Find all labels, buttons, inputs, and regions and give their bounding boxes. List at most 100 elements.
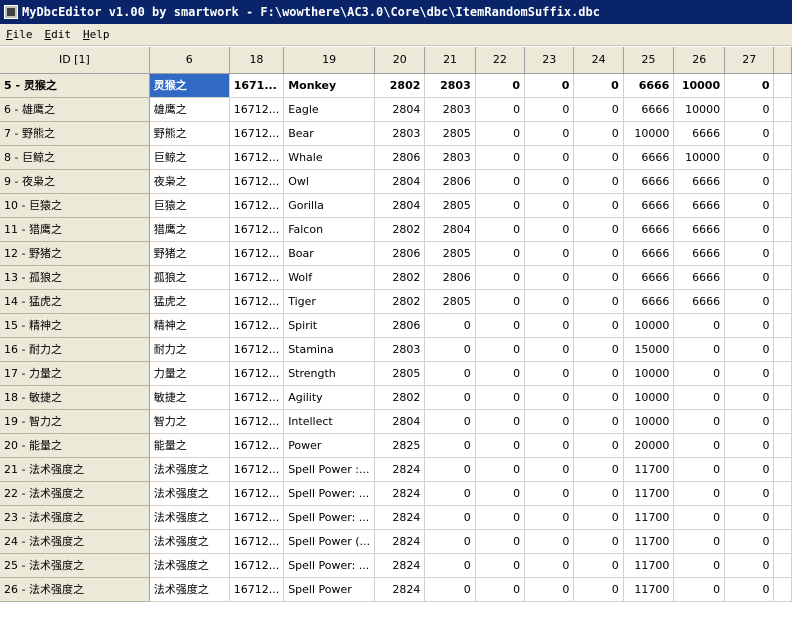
row-header[interactable]: 15 - 精神之 <box>0 313 150 338</box>
row-header[interactable]: 23 - 法术强度之 <box>0 505 150 530</box>
table-cell[interactable]: 0 <box>724 385 775 410</box>
table-cell[interactable]: 0 <box>573 433 624 458</box>
table-cell[interactable]: 2802 <box>374 265 426 290</box>
column-header[interactable]: ID [1] <box>0 47 150 74</box>
table-cell[interactable]: 2805 <box>424 193 476 218</box>
table-cell[interactable]: 0 <box>724 97 775 122</box>
table-cell[interactable]: 0 <box>724 361 775 386</box>
table-cell[interactable]: 2805 <box>374 361 426 386</box>
table-cell[interactable]: 0 <box>673 361 726 386</box>
table-cell[interactable]: 0 <box>424 553 476 578</box>
table-cell[interactable]: 0 <box>724 457 775 482</box>
table-row[interactable]: 9 - 夜枭之 夜枭之 16712... Owl 2804 2806 0 0 0 6666 6666… <box>0 169 792 194</box>
table-cell[interactable]: 6666 <box>623 73 675 98</box>
row-header[interactable]: 9 - 夜枭之 <box>0 169 150 194</box>
table-cell[interactable]: 2804 <box>374 193 426 218</box>
table-cell[interactable]: 6666 <box>673 193 726 218</box>
table-cell[interactable]: 0 <box>573 361 624 386</box>
row-header[interactable]: 14 - 猛虎之 <box>0 289 150 314</box>
table-row[interactable]: 26 - 法术强度之 法术强度之 16712... Spell Power 2824 0 0… <box>0 577 792 602</box>
table-cell[interactable]: Bear <box>283 121 376 146</box>
row-header[interactable]: 26 - 法术强度之 <box>0 577 150 602</box>
table-cell[interactable]: 0 <box>573 73 624 98</box>
table-cell[interactable]: Wolf <box>283 265 376 290</box>
table-cell[interactable]: 2806 <box>374 241 426 266</box>
table-cell[interactable]: 2802 <box>374 217 426 242</box>
table-cell[interactable]: 6666 <box>623 265 675 290</box>
table-cell[interactable]: 11700 <box>623 577 675 602</box>
table-cell[interactable]: 0 <box>724 217 775 242</box>
table-cell[interactable]: Gorilla <box>283 193 376 218</box>
table-cell[interactable]: 0 <box>424 313 476 338</box>
table-cell[interactable]: 0 <box>475 577 526 602</box>
table-cell[interactable]: 16712... <box>229 289 285 314</box>
table-cell[interactable]: 6666 <box>623 97 675 122</box>
table-cell[interactable]: 0 <box>573 313 624 338</box>
table-cell[interactable]: 0 <box>724 289 775 314</box>
table-cell[interactable]: 0 <box>524 265 575 290</box>
table-cell[interactable]: 0 <box>573 553 624 578</box>
table-cell[interactable]: 16712... <box>229 505 285 530</box>
table-cell[interactable]: 0 <box>475 409 526 434</box>
table-cell[interactable]: Whale <box>283 145 376 170</box>
table-cell[interactable]: 0 <box>573 505 624 530</box>
table-cell[interactable]: 6666 <box>623 217 675 242</box>
table-cell[interactable]: 0 <box>724 433 775 458</box>
table-cell[interactable]: 0 <box>673 505 726 530</box>
table-cell[interactable]: 0 <box>673 577 726 602</box>
table-cell[interactable]: 0 <box>424 409 476 434</box>
table-cell[interactable]: 10000 <box>673 73 726 98</box>
table-cell[interactable]: 法术强度之 <box>149 577 230 602</box>
table-cell[interactable]: 0 <box>475 241 526 266</box>
row-header[interactable]: 24 - 法术强度之 <box>0 529 150 554</box>
table-cell[interactable]: 0 <box>475 121 526 146</box>
table-cell[interactable]: 0 <box>573 169 624 194</box>
table-cell[interactable]: Falcon <box>283 217 376 242</box>
table-cell[interactable]: 0 <box>524 529 575 554</box>
table-cell[interactable]: 0 <box>724 313 775 338</box>
table-cell[interactable]: 0 <box>573 145 624 170</box>
table-cell[interactable]: 2825 <box>374 433 426 458</box>
table-cell[interactable]: 0 <box>673 553 726 578</box>
table-cell[interactable]: 0 <box>724 505 775 530</box>
table-row[interactable]: 14 - 猛虎之 猛虎之 16712... Tiger 2802 2805 0 0 0 6666 6… <box>0 289 792 314</box>
table-cell[interactable]: Eagle <box>283 97 376 122</box>
table-cell[interactable]: 0 <box>573 529 624 554</box>
table-cell[interactable]: Intellect <box>283 409 376 434</box>
table-cell[interactable]: Stamina <box>283 337 376 362</box>
table-cell[interactable]: 0 <box>673 385 726 410</box>
row-header[interactable]: 13 - 孤狼之 <box>0 265 150 290</box>
table-cell[interactable]: 10000 <box>623 385 675 410</box>
table-cell[interactable]: 0 <box>424 529 476 554</box>
table-cell[interactable]: 0 <box>475 313 526 338</box>
table-cell[interactable]: 0 <box>724 121 775 146</box>
table-cell[interactable]: 0 <box>573 577 624 602</box>
table-cell[interactable]: 16712... <box>229 217 285 242</box>
row-header[interactable]: 25 - 法术强度之 <box>0 553 150 578</box>
table-cell[interactable]: 0 <box>475 481 526 506</box>
table-cell[interactable]: Monkey <box>283 73 376 98</box>
table-cell[interactable]: 0 <box>724 481 775 506</box>
table-cell[interactable]: 16712... <box>229 481 285 506</box>
table-cell[interactable]: Spell Power: ... <box>283 505 376 530</box>
table-cell[interactable]: 法术强度之 <box>149 529 230 554</box>
table-cell[interactable]: 0 <box>424 505 476 530</box>
table-cell[interactable]: 2802 <box>374 73 426 98</box>
table-cell[interactable]: 11700 <box>623 457 675 482</box>
table-cell[interactable]: 2824 <box>374 529 426 554</box>
table-cell[interactable]: 6666 <box>623 145 675 170</box>
table-cell[interactable]: 16712... <box>229 313 285 338</box>
table-cell[interactable]: 2806 <box>374 313 426 338</box>
table-cell[interactable]: 法术强度之 <box>149 505 230 530</box>
table-row[interactable]: 6 - 雄鹰之 雄鹰之 16712... Eagle 2804 2803 0 0 0 6666 10… <box>0 97 792 122</box>
table-cell[interactable]: 20000 <box>623 433 675 458</box>
menu-help[interactable]: Help <box>77 28 116 41</box>
row-header[interactable]: 12 - 野猪之 <box>0 241 150 266</box>
column-header[interactable]: 19 <box>283 47 376 74</box>
table-cell[interactable]: Spell Power :... <box>283 457 376 482</box>
column-header[interactable]: 20 <box>374 47 426 74</box>
table-row[interactable]: 7 - 野熊之 野熊之 16712... Bear 2803 2805 0 0 0 10000 66… <box>0 121 792 146</box>
column-header[interactable]: 27 <box>724 47 775 74</box>
table-cell[interactable]: 2804 <box>424 217 476 242</box>
table-cell[interactable]: 16712... <box>229 121 285 146</box>
